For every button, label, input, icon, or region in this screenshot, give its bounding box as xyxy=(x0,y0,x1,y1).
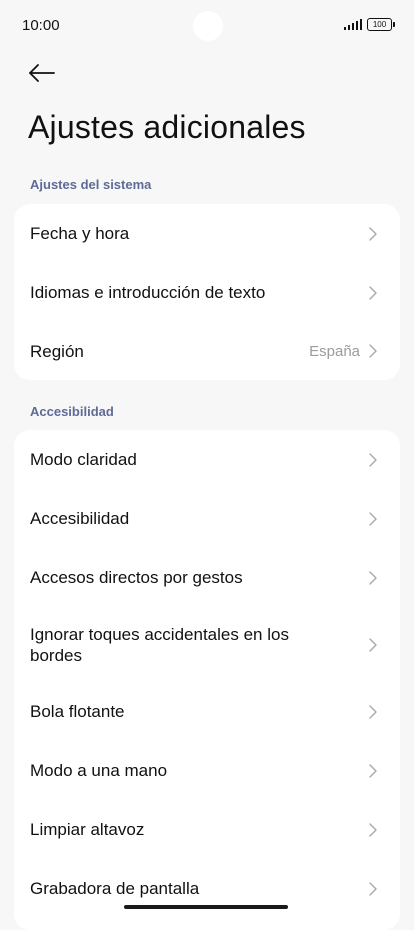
arrow-left-icon xyxy=(29,64,55,82)
system-settings-card: Fecha y hora Idiomas e introducción de t… xyxy=(14,204,400,380)
system-icons: 100 xyxy=(343,18,395,31)
row-label: Ignorar toques accidentales en los borde… xyxy=(30,624,289,665)
signal-icon xyxy=(343,19,362,30)
chevron-right-icon xyxy=(369,226,377,241)
row-one-hand-mode[interactable]: Modo a una mano xyxy=(14,741,400,800)
chevron-right-icon xyxy=(369,570,377,585)
row-label: Limpiar altavoz xyxy=(30,820,145,839)
row-label: Accesibilidad xyxy=(30,509,130,528)
row-label: Región xyxy=(30,341,84,361)
chevron-right-icon xyxy=(369,344,377,358)
row-floating-ball[interactable]: Bola flotante xyxy=(14,682,400,741)
status-time: 10:00 xyxy=(22,17,60,34)
row-label: Grabadora de pantalla xyxy=(30,879,200,898)
row-screen-recorder[interactable]: Grabadora de pantalla xyxy=(14,859,400,918)
chevron-right-icon xyxy=(369,704,377,719)
row-label: Bola flotante xyxy=(30,702,125,721)
row-label: Accesos directos por gestos xyxy=(30,568,243,587)
row-region[interactable]: Región España xyxy=(14,322,400,380)
row-label: Modo claridad xyxy=(30,450,137,469)
battery-level: 100 xyxy=(372,20,387,29)
chevron-right-icon xyxy=(369,285,377,300)
row-label: Fecha y hora xyxy=(30,224,130,243)
section-header-accessibility: Accesibilidad xyxy=(30,404,114,419)
row-languages[interactable]: Idiomas e introducción de texto xyxy=(14,263,400,322)
row-gesture-shortcuts[interactable]: Accesos directos por gestos xyxy=(14,548,400,607)
row-ignore-edge-touches[interactable]: Ignorar toques accidentales en los borde… xyxy=(14,607,400,682)
chevron-right-icon xyxy=(369,763,377,778)
section-header-system: Ajustes del sistema xyxy=(30,177,152,192)
row-clarity-mode[interactable]: Modo claridad xyxy=(14,430,400,489)
chevron-right-icon xyxy=(369,881,377,896)
row-value-region: España xyxy=(309,342,360,360)
chevron-right-icon xyxy=(369,511,377,526)
chevron-right-icon xyxy=(369,452,377,467)
row-date-time[interactable]: Fecha y hora xyxy=(14,204,400,263)
camera-cutout xyxy=(193,11,223,41)
chevron-right-icon xyxy=(369,822,377,837)
row-label: Idiomas e introducción de texto xyxy=(30,283,266,302)
row-clean-speaker[interactable]: Limpiar altavoz xyxy=(14,800,400,859)
home-indicator[interactable] xyxy=(124,905,288,909)
row-label: Modo a una mano xyxy=(30,761,168,780)
status-bar: 10:00 100 xyxy=(0,0,414,52)
chevron-right-icon xyxy=(369,637,377,652)
accessibility-card: Modo claridad Accesibilidad Accesos dire… xyxy=(14,430,400,930)
back-button[interactable] xyxy=(24,56,58,90)
battery-icon: 100 xyxy=(367,18,395,31)
row-accessibility[interactable]: Accesibilidad xyxy=(14,489,400,548)
page-title: Ajustes adicionales xyxy=(28,109,306,145)
